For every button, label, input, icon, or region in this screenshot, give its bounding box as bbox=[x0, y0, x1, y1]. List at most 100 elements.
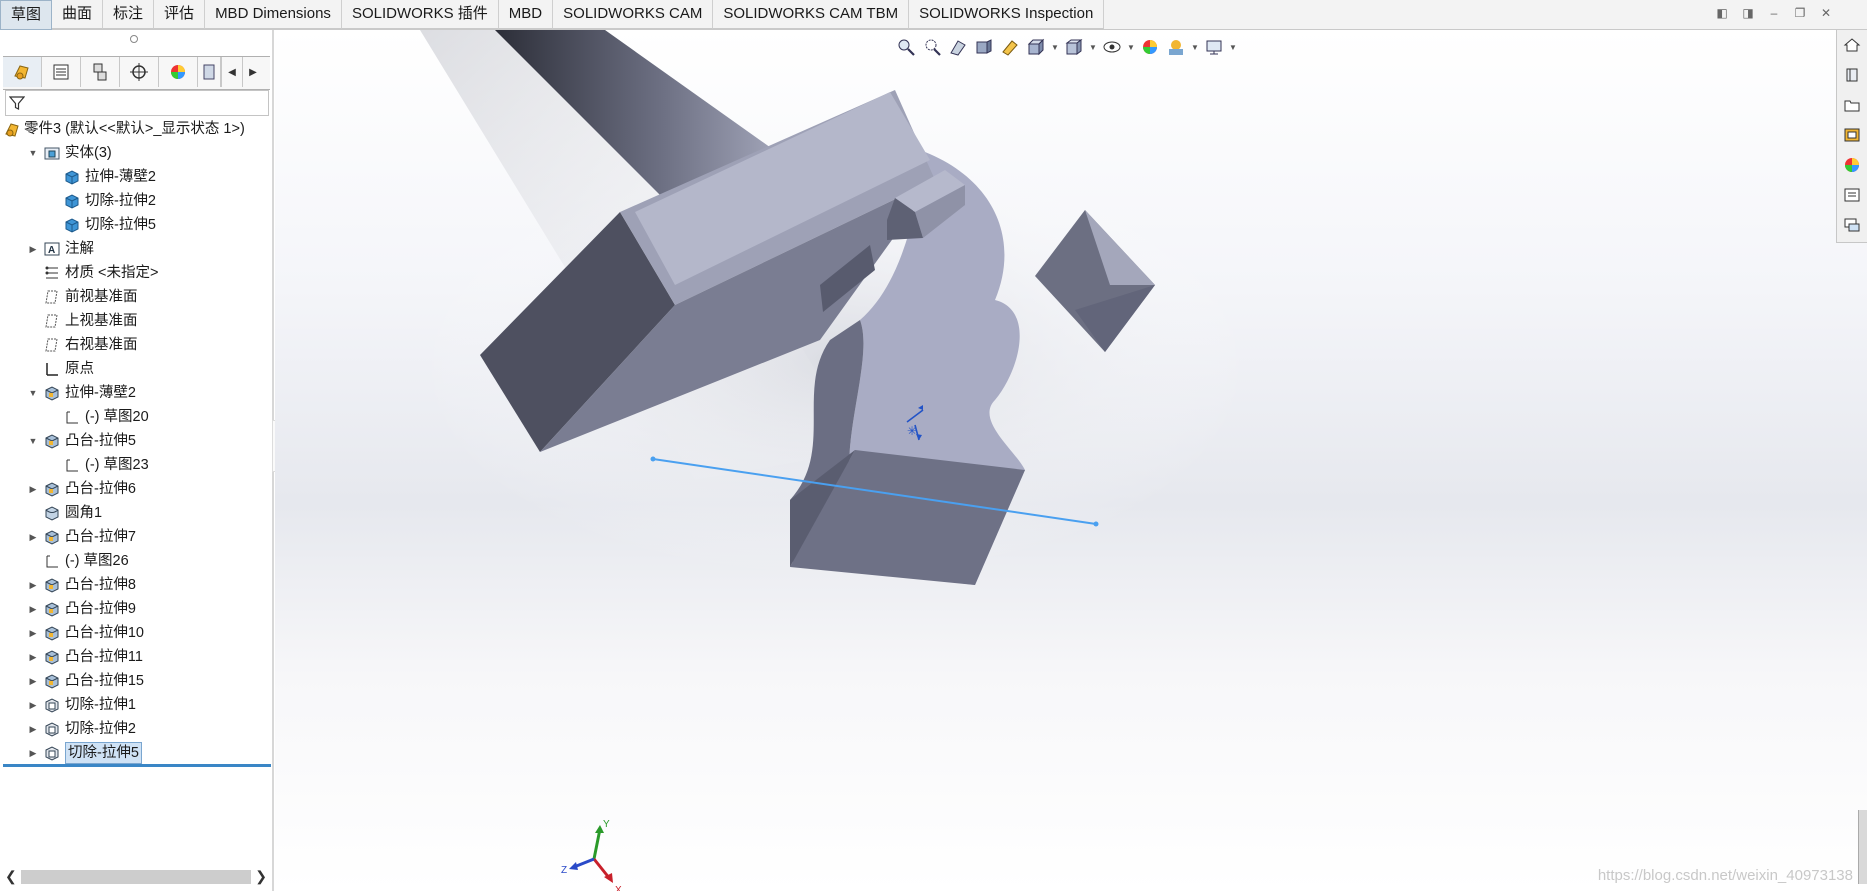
feature-tree-row[interactable]: ▶ 凸台-拉伸15 bbox=[0, 669, 272, 693]
expand-arrow-icon[interactable]: ▶ bbox=[28, 717, 38, 741]
sketch-endpoint[interactable] bbox=[650, 456, 656, 462]
expand-arrow-icon[interactable]: ▶ bbox=[28, 669, 38, 693]
expand-arrow-icon[interactable]: ▶ bbox=[28, 477, 38, 501]
collapse-arrow-icon[interactable]: ▼ bbox=[28, 141, 38, 165]
feature-tree-row[interactable]: 右视基准面 bbox=[0, 333, 272, 357]
tab-7[interactable]: SOLIDWORKS CAM bbox=[553, 0, 714, 29]
tile-left-icon[interactable]: ◧ bbox=[1715, 6, 1729, 20]
tab-0[interactable]: 草图 bbox=[0, 0, 53, 30]
feature-tree-row[interactable]: ▶ 凸台-拉伸7 bbox=[0, 525, 272, 549]
command-manager-tab-bar: 草图 曲面 标注 评估 MBD Dimensions SOLIDWORKS 插件 MBD SO… bbox=[0, 0, 1867, 30]
fillet-icon bbox=[45, 506, 59, 521]
feature-tree-row[interactable]: 拉伸-薄壁2 bbox=[0, 165, 272, 189]
tab-4[interactable]: MBD Dimensions bbox=[205, 0, 342, 29]
tile-right-icon[interactable]: ◨ bbox=[1741, 6, 1755, 20]
forum-tab[interactable] bbox=[1837, 210, 1867, 240]
reference-triad: Y X Z bbox=[560, 815, 630, 891]
display-manager-tab[interactable] bbox=[159, 57, 198, 87]
feature-tree-row[interactable]: ▶ 凸台-拉伸10 bbox=[0, 621, 272, 645]
tab-9[interactable]: SOLIDWORKS Inspection bbox=[909, 0, 1105, 29]
expand-arrow-icon[interactable]: ▶ bbox=[28, 597, 38, 621]
dimxpert-icon bbox=[130, 63, 148, 81]
feature-tree-row[interactable]: (-) 草图20 bbox=[0, 405, 272, 429]
feature-tree-row[interactable]: ▶ 凸台-拉伸8 bbox=[0, 573, 272, 597]
file-explorer-tab[interactable] bbox=[1837, 90, 1867, 120]
rollback-bar[interactable] bbox=[3, 764, 271, 767]
feature-tree-label: (-) 草图23 bbox=[85, 457, 149, 473]
feature-tree-row[interactable]: 切除-拉伸2 bbox=[0, 189, 272, 213]
graphics-area[interactable]: ▼ ▼ ▼ ▼ ▼ ✳ Y X Z https://blog.csdn.net/… bbox=[275, 30, 1867, 891]
tabs-scroll-right-icon[interactable]: ▶ bbox=[242, 57, 263, 87]
feature-tree-row[interactable]: ▶ 切除-拉伸2 bbox=[0, 717, 272, 741]
feature-manager-icon bbox=[14, 65, 29, 80]
feature-tree-row[interactable]: ▶ 凸台-拉伸9 bbox=[0, 597, 272, 621]
tree-horizontal-scrollbar[interactable]: ❮ ❯ bbox=[3, 866, 269, 888]
feature-tree-label: 凸台-拉伸9 bbox=[65, 601, 136, 617]
feature-tree-row[interactable]: 圆角1 bbox=[0, 501, 272, 525]
feature-tree-row[interactable]: 原点 bbox=[0, 357, 272, 381]
restore-icon[interactable]: ❐ bbox=[1793, 6, 1807, 20]
close-icon[interactable]: ✕ bbox=[1819, 6, 1833, 20]
tab-3[interactable]: 评估 bbox=[154, 0, 206, 29]
solid-body-icon bbox=[65, 170, 79, 185]
feature-tree-row[interactable]: 零件3 (默认<<默认>_显示状态 1>) bbox=[0, 117, 272, 141]
tabs-scroll-left-icon[interactable]: ◀ bbox=[221, 57, 242, 87]
expand-arrow-icon[interactable]: ▶ bbox=[28, 237, 38, 261]
property-manager-tab[interactable] bbox=[42, 57, 81, 87]
feature-tree-row[interactable]: ▶ 凸台-拉伸11 bbox=[0, 645, 272, 669]
extrude-feature-icon bbox=[45, 650, 59, 665]
configuration-manager-tab[interactable] bbox=[81, 57, 120, 87]
expand-arrow-icon[interactable]: ▶ bbox=[28, 693, 38, 717]
feature-tree-row[interactable]: 上视基准面 bbox=[0, 309, 272, 333]
extrude-feature-icon bbox=[45, 530, 59, 545]
design-library-tab[interactable] bbox=[1837, 60, 1867, 90]
feature-tree-row[interactable]: ▶ 切除-拉伸1 bbox=[0, 693, 272, 717]
expand-arrow-icon[interactable]: ▶ bbox=[28, 621, 38, 645]
feature-tree-row[interactable]: 前视基准面 bbox=[0, 285, 272, 309]
feature-tree-row[interactable]: 材质 <未指定> bbox=[0, 261, 272, 285]
feature-tree-row[interactable]: ▶ 切除-拉伸5 bbox=[0, 741, 272, 765]
feature-tree: 零件3 (默认<<默认>_显示状态 1>) ▼ 实体(3) 拉伸-薄壁2 切除-拉伸2 切… bbox=[0, 117, 272, 765]
cam-manager-tab[interactable] bbox=[198, 57, 221, 87]
sketch-icon bbox=[66, 411, 78, 424]
feature-tree-row[interactable]: ▶ A 注解 bbox=[0, 237, 272, 261]
feature-tree-row[interactable]: (-) 草图26 bbox=[0, 549, 272, 573]
tab-2[interactable]: 标注 bbox=[103, 0, 155, 29]
solid-body-icon bbox=[65, 218, 79, 233]
feature-manager-tab[interactable] bbox=[3, 57, 42, 87]
dimxpert-manager-tab[interactable] bbox=[120, 57, 159, 87]
expand-arrow-icon[interactable]: ▶ bbox=[28, 573, 38, 597]
tab-8[interactable]: SOLIDWORKS CAM TBM bbox=[713, 0, 910, 29]
feature-tree-row[interactable]: ▼ 凸台-拉伸5 bbox=[0, 429, 272, 453]
collapse-arrow-icon[interactable]: ▼ bbox=[28, 429, 38, 453]
feature-tree-row[interactable]: ▶ 凸台-拉伸6 bbox=[0, 477, 272, 501]
expand-arrow-icon[interactable]: ▶ bbox=[28, 645, 38, 669]
annotations-icon: A bbox=[44, 242, 60, 256]
feature-tree-row[interactable]: ▼ 拉伸-薄壁2 bbox=[0, 381, 272, 405]
expand-arrow-icon[interactable]: ▶ bbox=[28, 525, 38, 549]
tab-5[interactable]: SOLIDWORKS 插件 bbox=[341, 0, 499, 29]
feature-tree-row[interactable]: (-) 草图23 bbox=[0, 453, 272, 477]
solidworks-resources-tab[interactable] bbox=[1837, 30, 1867, 60]
sketch-endpoint[interactable] bbox=[1093, 521, 1099, 527]
collapse-arrow-icon[interactable]: ▼ bbox=[28, 381, 38, 405]
feature-tree-row[interactable]: ▼ 实体(3) bbox=[0, 141, 272, 165]
panel-collapse-handle[interactable] bbox=[130, 35, 138, 43]
tab-1[interactable]: 曲面 bbox=[52, 0, 104, 29]
scroll-left-icon[interactable]: ❮ bbox=[5, 868, 17, 885]
expand-arrow-icon[interactable]: ▶ bbox=[28, 741, 38, 765]
feature-tree-row[interactable]: 切除-拉伸5 bbox=[0, 213, 272, 237]
model-render[interactable]: ✳ bbox=[275, 30, 1867, 891]
scrollbar-thumb[interactable] bbox=[21, 870, 251, 884]
custom-properties-tab[interactable] bbox=[1837, 180, 1867, 210]
scroll-right-icon[interactable]: ❯ bbox=[255, 868, 267, 885]
appearances-tab[interactable] bbox=[1837, 150, 1867, 180]
tree-filter-input[interactable] bbox=[5, 90, 269, 116]
feature-tree-label: 凸台-拉伸10 bbox=[65, 625, 144, 641]
right-edge-grip[interactable] bbox=[1858, 810, 1867, 884]
minimize-icon[interactable]: – bbox=[1767, 6, 1781, 20]
tab-6[interactable]: MBD bbox=[498, 0, 554, 29]
view-palette-tab[interactable] bbox=[1837, 120, 1867, 150]
configuration-manager-icon bbox=[93, 63, 107, 81]
triad-y-label: Y bbox=[603, 819, 610, 830]
